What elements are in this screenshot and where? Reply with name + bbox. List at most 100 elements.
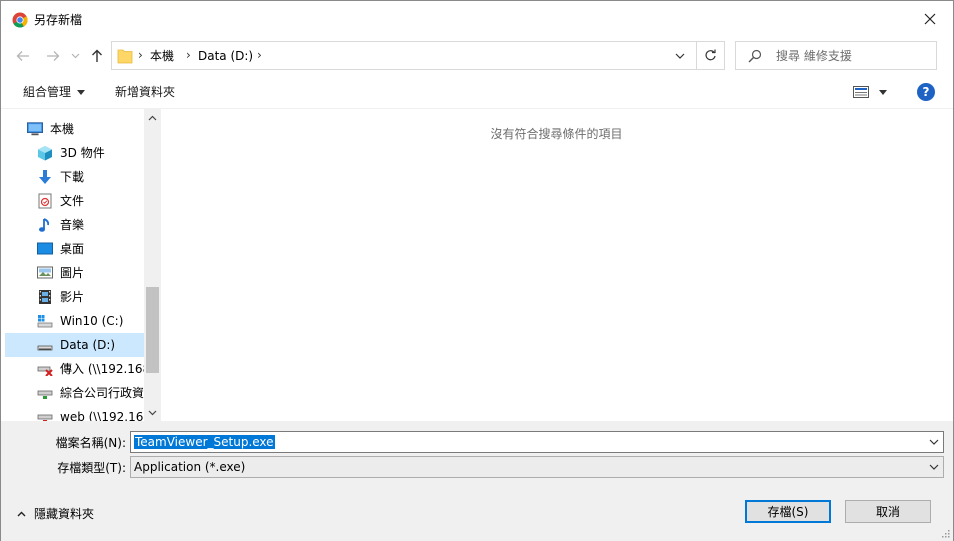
download-arrow-icon bbox=[37, 169, 53, 185]
breadcrumb-chevron-icon: › bbox=[186, 48, 191, 62]
scroll-down-button[interactable] bbox=[144, 404, 161, 421]
filetype-dropdown-button[interactable] bbox=[928, 461, 940, 473]
tree-item-documents[interactable]: 文件 bbox=[5, 189, 144, 213]
breadcrumb-this-pc[interactable]: 本機 bbox=[150, 49, 174, 63]
tree-item-pictures[interactable]: 圖片 bbox=[5, 261, 144, 285]
change-view-button[interactable] bbox=[853, 84, 893, 100]
close-icon bbox=[924, 13, 936, 25]
close-button[interactable] bbox=[907, 1, 953, 37]
folder-icon bbox=[117, 49, 133, 64]
save-button[interactable]: 存檔(S) bbox=[745, 500, 831, 523]
tree-item-3d-objects[interactable]: 3D 物件 bbox=[5, 141, 144, 165]
filetype-select[interactable]: Application (*.exe) bbox=[130, 456, 944, 478]
tree-item-music[interactable]: 音樂 bbox=[5, 213, 144, 237]
breadcrumb-data-drive[interactable]: Data (D:) bbox=[198, 49, 253, 63]
chevron-up-icon bbox=[148, 115, 157, 120]
up-button[interactable] bbox=[87, 46, 107, 66]
tree-item-label: 桌面 bbox=[60, 242, 85, 256]
back-button[interactable] bbox=[13, 46, 33, 66]
help-button[interactable]: ? bbox=[917, 83, 935, 101]
tree-item-label: Data (D:) bbox=[60, 338, 116, 352]
document-icon bbox=[37, 193, 53, 209]
chevron-down-icon bbox=[929, 464, 939, 470]
film-icon bbox=[37, 289, 53, 305]
arrow-up-icon bbox=[92, 49, 102, 62]
save-as-dialog: 另存新檔 › 本機 › Data (D:) › 搜尋 維修支援 組合管理 新增資… bbox=[0, 0, 954, 541]
navigation-scrollbar[interactable] bbox=[144, 109, 161, 421]
tree-item-desktop[interactable]: 桌面 bbox=[5, 237, 144, 261]
network-drive-disconnected-icon bbox=[37, 361, 53, 377]
forward-button[interactable] bbox=[43, 46, 63, 66]
filetype-label: 存檔類型(T): bbox=[57, 461, 126, 475]
tree-item-label: 音樂 bbox=[60, 218, 85, 232]
organize-label: 組合管理 bbox=[23, 85, 72, 99]
tree-item-label: 圖片 bbox=[60, 266, 85, 280]
tree-item-win10-drive[interactable]: Win10 (C:) bbox=[5, 309, 144, 333]
save-options-panel: 檔案名稱(N): TeamViewer_Setup.exe 存檔類型(T): A… bbox=[1, 421, 953, 541]
breadcrumb-chevron-icon: › bbox=[138, 48, 143, 62]
recent-locations-button[interactable] bbox=[65, 46, 85, 66]
filetype-value: Application (*.exe) bbox=[134, 460, 246, 474]
tree-item-label: 綜合公司行政資 bbox=[60, 386, 144, 400]
filename-value: TeamViewer_Setup.exe bbox=[134, 435, 275, 449]
computer-icon bbox=[27, 121, 43, 137]
tree-item-this-pc[interactable]: 本機 bbox=[5, 117, 144, 141]
tree-item-data-drive[interactable]: Data (D:) bbox=[5, 333, 144, 357]
hide-folders-toggle[interactable]: 隱藏資料夾 bbox=[17, 507, 94, 521]
filename-label: 檔案名稱(N): bbox=[55, 436, 126, 450]
chevron-down-icon bbox=[71, 53, 79, 59]
tree-item-downloads[interactable]: 下載 bbox=[5, 165, 144, 189]
hide-folders-label: 隱藏資料夾 bbox=[34, 507, 95, 521]
tree-item-label: web (\\192.168 bbox=[60, 410, 144, 421]
desktop-icon bbox=[37, 241, 53, 257]
navigation-pane: 本機 3D 物件 下載 文件 音樂 桌面 圖片 影片 Win10 (C:) Da… bbox=[1, 109, 161, 421]
tree-item-label: 下載 bbox=[60, 170, 85, 184]
chevron-down-icon bbox=[148, 410, 157, 415]
tree-item-label: 3D 物件 bbox=[60, 146, 105, 160]
search-icon bbox=[748, 49, 762, 63]
scroll-thumb[interactable] bbox=[146, 287, 159, 373]
chevron-up-icon bbox=[17, 511, 26, 517]
search-placeholder: 搜尋 維修支援 bbox=[776, 49, 852, 63]
music-note-icon bbox=[37, 217, 53, 233]
tree-item-label: 傳入 (\\192.168 bbox=[60, 362, 144, 376]
caret-down-icon bbox=[879, 89, 887, 95]
navigation-row: › 本機 › Data (D:) › 搜尋 維修支援 bbox=[1, 37, 953, 75]
search-box[interactable]: 搜尋 維修支援 bbox=[735, 41, 937, 70]
address-history-dropdown[interactable] bbox=[668, 42, 692, 69]
tree-item-label: 文件 bbox=[60, 194, 85, 208]
command-toolbar: 組合管理 新增資料夾 ? bbox=[1, 75, 953, 109]
drive-icon bbox=[37, 337, 53, 353]
tree-item-label: Win10 (C:) bbox=[60, 314, 124, 328]
network-drive-icon bbox=[37, 409, 53, 421]
caret-down-icon bbox=[77, 90, 86, 95]
resize-grip-icon[interactable] bbox=[940, 528, 950, 538]
filename-input[interactable]: TeamViewer_Setup.exe bbox=[130, 431, 944, 453]
address-bar[interactable]: › 本機 › Data (D:) › bbox=[111, 41, 725, 70]
pictures-icon bbox=[37, 265, 53, 281]
view-details-icon bbox=[853, 86, 869, 98]
empty-search-message: 沒有符合搜尋條件的項目 bbox=[490, 127, 623, 141]
new-folder-button[interactable]: 新增資料夾 bbox=[115, 85, 175, 99]
refresh-icon bbox=[705, 49, 716, 61]
tree-item-network-incoming[interactable]: 傳入 (\\192.168 bbox=[5, 357, 144, 381]
arrow-right-icon bbox=[47, 51, 60, 61]
tree-item-label: 影片 bbox=[60, 290, 85, 304]
cube-3d-icon bbox=[37, 145, 53, 161]
refresh-button[interactable] bbox=[696, 42, 724, 69]
tree-item-network-admin[interactable]: 綜合公司行政資 bbox=[5, 381, 144, 405]
windows-drive-icon bbox=[37, 313, 53, 329]
filename-dropdown-button[interactable] bbox=[928, 436, 940, 448]
tree-item-videos[interactable]: 影片 bbox=[5, 285, 144, 309]
file-list-area[interactable]: 沒有符合搜尋條件的項目 bbox=[162, 109, 951, 421]
title-bar: 另存新檔 bbox=[1, 1, 953, 37]
arrow-left-icon bbox=[16, 51, 29, 61]
tree-item-network-web[interactable]: web (\\192.168 bbox=[5, 405, 144, 421]
organize-menu-button[interactable]: 組合管理 bbox=[23, 85, 86, 99]
chevron-down-icon bbox=[929, 439, 939, 445]
scroll-up-button[interactable] bbox=[144, 109, 161, 126]
chrome-icon bbox=[12, 12, 28, 28]
tree-item-label: 本機 bbox=[50, 122, 75, 136]
cancel-button[interactable]: 取消 bbox=[845, 500, 931, 523]
breadcrumb-chevron-icon[interactable]: › bbox=[257, 48, 262, 62]
